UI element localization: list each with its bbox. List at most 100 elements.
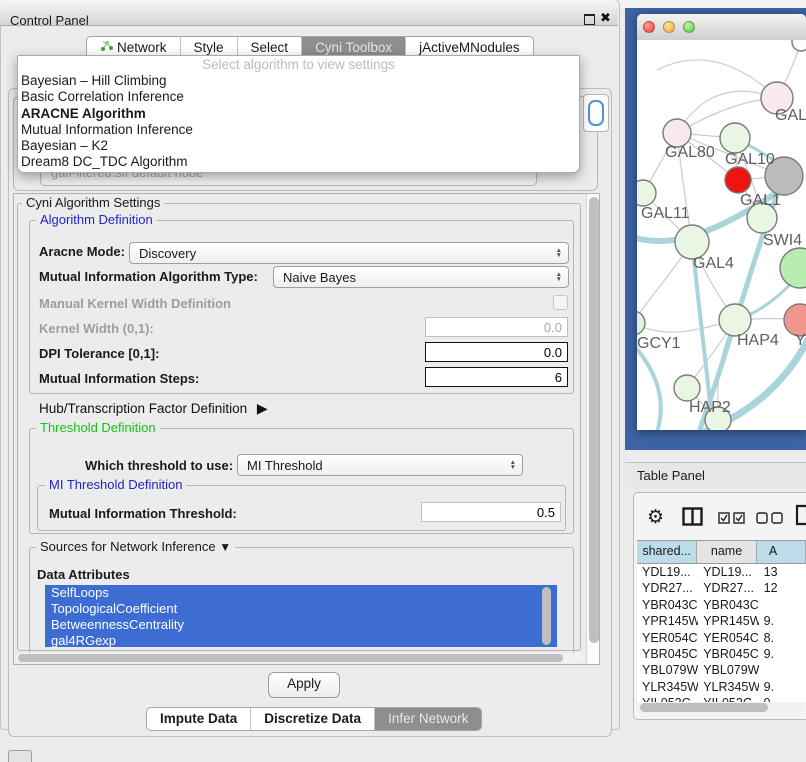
table-row[interactable]: YBR045CYBR045C9. bbox=[637, 646, 806, 662]
control-panel-titlebar[interactable] bbox=[0, 0, 618, 26]
network-edge[interactable] bbox=[657, 60, 777, 98]
table-cell: YER054C bbox=[698, 630, 758, 646]
table-cell: YLR345W bbox=[698, 679, 758, 695]
table-cell bbox=[759, 662, 806, 678]
table-row[interactable]: YPR145WYPR145W9. bbox=[637, 613, 806, 629]
column-header-name[interactable]: name bbox=[697, 541, 757, 563]
table-row[interactable]: YLR345WYLR345W9. bbox=[637, 679, 806, 695]
minimize-traffic-light[interactable] bbox=[663, 21, 675, 33]
list-scrollbar-thumb[interactable] bbox=[542, 587, 551, 645]
deselect-all-checkboxes-icon[interactable] bbox=[756, 511, 783, 529]
table-cell: YBR043C bbox=[698, 597, 758, 613]
table-cell: YBR043C bbox=[637, 597, 698, 613]
select-all-checkboxes-icon[interactable] bbox=[718, 511, 745, 529]
table-cell: 9. bbox=[759, 679, 806, 695]
table-row[interactable]: YBL079WYBL079W bbox=[637, 662, 806, 678]
kernel-width-field[interactable] bbox=[425, 317, 568, 337]
network-node[interactable] bbox=[780, 248, 806, 288]
attribute-item[interactable]: TopologicalCoefficient bbox=[45, 601, 557, 617]
table-cell: YBL079W bbox=[698, 662, 758, 678]
apply-button[interactable]: Apply bbox=[268, 672, 340, 698]
table-cell: YPR145W bbox=[637, 613, 698, 629]
column-header-shared-name[interactable]: shared... bbox=[637, 541, 697, 563]
cyni-algorithm-settings-title: Cyni Algorithm Settings bbox=[22, 196, 164, 210]
manual-kernel-checkbox[interactable] bbox=[553, 295, 568, 310]
tab-impute-data[interactable]: Impute Data bbox=[147, 708, 251, 730]
algorithm-option[interactable]: Basic Correlation Inference bbox=[18, 89, 579, 105]
manual-kernel-label: Manual Kernel Width Definition bbox=[39, 296, 231, 311]
settings-scroll-viewport: Cyni Algorithm Settings Algorithm Defini… bbox=[13, 193, 600, 665]
algorithm-option[interactable]: Bayesian – Hill Climbing bbox=[18, 73, 579, 89]
tab-discretize-data[interactable]: Discretize Data bbox=[251, 708, 375, 730]
mi-threshold-field[interactable] bbox=[421, 502, 561, 522]
collapse-down-icon: ▼ bbox=[219, 540, 231, 554]
which-threshold-label: Which threshold to use: bbox=[85, 458, 233, 473]
algorithm-option[interactable]: Dream8 DC_TDC Algorithm bbox=[18, 154, 579, 170]
which-threshold-select[interactable]: MI Threshold ▲▼ bbox=[237, 454, 523, 476]
network-node[interactable] bbox=[637, 180, 656, 206]
column-layout-icon[interactable] bbox=[682, 507, 703, 531]
algorithm-option[interactable]: Bayesian – K2 bbox=[18, 138, 579, 154]
focus-ring bbox=[588, 100, 604, 126]
close-traffic-light[interactable] bbox=[643, 21, 655, 33]
attribute-item[interactable]: SelfLoops bbox=[45, 585, 557, 601]
network-node[interactable] bbox=[637, 311, 645, 335]
settings-gear-icon[interactable]: ⚙ bbox=[647, 506, 664, 529]
tab-label: Impute Data bbox=[160, 708, 237, 730]
algorithm-option[interactable]: Mutual Information Inference bbox=[18, 122, 579, 138]
threshold-definition-title: Threshold Definition bbox=[36, 421, 160, 435]
table-cell: 13 bbox=[759, 564, 806, 580]
table-cell: YDR27... bbox=[698, 580, 758, 596]
vertical-scrollbar-thumb[interactable] bbox=[589, 197, 599, 643]
network-node[interactable] bbox=[675, 225, 709, 259]
mi-steps-field[interactable] bbox=[425, 367, 568, 387]
mi-type-label: Mutual Information Algorithm Type: bbox=[39, 269, 258, 284]
minimized-panel-icon[interactable] bbox=[8, 750, 32, 762]
table-cell: YLR345W bbox=[637, 679, 698, 695]
table-cell: YER054C bbox=[637, 630, 698, 646]
network-node[interactable] bbox=[674, 375, 700, 401]
table-row[interactable]: YDL19...YDL19...13 bbox=[637, 564, 806, 580]
dpi-tolerance-field[interactable] bbox=[425, 342, 568, 362]
table-cell: 9. bbox=[759, 646, 806, 662]
column-header-clipped[interactable]: A bbox=[757, 541, 806, 563]
network-node-label: HAP4 bbox=[737, 332, 779, 349]
network-node[interactable] bbox=[720, 123, 750, 153]
horizontal-scrollbar-thumb[interactable] bbox=[18, 654, 563, 662]
sources-group-title[interactable]: Sources for Network Inference ▼ bbox=[36, 540, 235, 554]
float-window-icon[interactable] bbox=[584, 14, 595, 25]
tab-infer-network[interactable]: Infer Network bbox=[375, 708, 481, 730]
network-node[interactable] bbox=[792, 40, 806, 51]
refresh-button[interactable] bbox=[583, 94, 609, 132]
algorithm-option-selected[interactable]: ARACNE Algorithm bbox=[18, 106, 579, 122]
aracne-mode-select[interactable]: Discovery ▲▼ bbox=[129, 242, 569, 264]
mi-type-select[interactable]: Naive Bayes ▲▼ bbox=[273, 266, 569, 288]
vertical-scrollbar[interactable] bbox=[586, 194, 600, 664]
network-canvas-svg[interactable]: GALGAL80GAL10GAL1GAL11SWI4GAL4GCY1HAP4YH… bbox=[637, 40, 806, 430]
tab-label: Infer Network bbox=[388, 708, 468, 730]
hub-definition-expander[interactable]: Hub/Transcription Factor Definition ▶ bbox=[39, 400, 268, 417]
zoom-traffic-light[interactable] bbox=[683, 21, 695, 33]
network-edge-highlighted[interactable] bbox=[637, 340, 661, 430]
data-attributes-list[interactable]: SelfLoops TopologicalCoefficient Between… bbox=[45, 585, 557, 647]
aracne-mode-value: Discovery bbox=[139, 246, 196, 261]
kernel-width-label: Kernel Width (0,1): bbox=[39, 321, 154, 336]
network-node[interactable] bbox=[725, 167, 751, 193]
network-node[interactable] bbox=[663, 119, 691, 147]
horizontal-scrollbar[interactable] bbox=[16, 653, 584, 663]
table-row[interactable]: YBR043CYBR043C bbox=[637, 597, 806, 613]
network-window-titlebar[interactable] bbox=[637, 14, 806, 41]
export-table-icon[interactable] bbox=[795, 504, 806, 531]
close-icon[interactable]: ✖ bbox=[600, 11, 611, 25]
table-row[interactable]: YER054CYER054C8. bbox=[637, 630, 806, 646]
table-horizontal-scrollbar[interactable] bbox=[638, 702, 805, 713]
table-scrollbar-thumb[interactable] bbox=[640, 703, 768, 712]
table-row[interactable]: YIL052CYIL052C9 bbox=[637, 695, 806, 702]
attribute-item[interactable]: BetweennessCentrality bbox=[45, 617, 557, 633]
stepper-arrows-icon: ▲▼ bbox=[556, 272, 562, 282]
application-screen: Control Panel ✖ Network Style Select Cyn… bbox=[0, 0, 806, 762]
attribute-item[interactable]: gal4RGexp bbox=[45, 633, 557, 647]
table-row[interactable]: YDR27...YDR27...12 bbox=[637, 580, 806, 596]
data-attributes-label: Data Attributes bbox=[37, 567, 130, 582]
table-cell: YIL052C bbox=[637, 695, 698, 702]
